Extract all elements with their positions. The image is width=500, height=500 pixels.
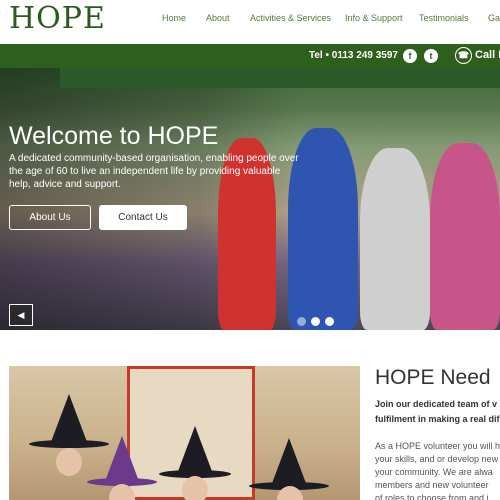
section-intro: Join our dedicated team of v fulfilment … bbox=[375, 397, 500, 427]
phone-icon: ☎ bbox=[455, 47, 472, 64]
hero-image-person bbox=[360, 148, 430, 330]
logo-text: HOPE bbox=[9, 1, 106, 36]
slider-dot-2[interactable] bbox=[311, 317, 320, 326]
call-button[interactable]: ☎ Call B bbox=[455, 47, 500, 65]
call-button-label: Call B bbox=[475, 49, 500, 61]
person-face bbox=[182, 476, 208, 500]
volunteers-photo bbox=[9, 366, 360, 500]
facebook-icon[interactable]: f bbox=[403, 49, 417, 63]
person-face bbox=[56, 448, 82, 476]
nav-activities-services[interactable]: Activities & Services bbox=[250, 13, 331, 23]
witch-hat bbox=[104, 436, 140, 484]
site-header: HOPE Home About Activities & Services In… bbox=[0, 0, 500, 44]
nav-home[interactable]: Home bbox=[162, 13, 186, 23]
about-us-button[interactable]: About Us bbox=[9, 205, 91, 230]
hope-logo[interactable]: HOPE bbox=[9, 2, 106, 36]
witch-hat bbox=[51, 394, 87, 442]
slider-dot-1[interactable] bbox=[297, 317, 306, 326]
section-body-line: your skills, and or develop new bbox=[375, 454, 499, 464]
telephone-number[interactable]: Tel • 0113 249 3597 bbox=[309, 50, 398, 61]
section-body-line: members and new volunteer bbox=[375, 480, 489, 490]
hero-title: Welcome to HOPE bbox=[9, 122, 219, 150]
section-intro-line: Join our dedicated team of v bbox=[375, 399, 498, 409]
section-body-line: of roles to choose from and i bbox=[375, 493, 489, 500]
nav-info-support[interactable]: Info & Support bbox=[345, 13, 403, 23]
hero-slider: Welcome to HOPE A dedicated community-ba… bbox=[0, 68, 500, 330]
hero-image-person bbox=[430, 143, 500, 330]
nav-gallery[interactable]: Gal bbox=[488, 13, 500, 23]
section-body: As a HOPE volunteer you will h your skil… bbox=[375, 440, 500, 500]
contact-us-button[interactable]: Contact Us bbox=[99, 205, 187, 230]
witch-hat-brim bbox=[29, 440, 109, 448]
contact-bar: Tel • 0113 249 3597 f t ☎ Call B bbox=[0, 44, 500, 68]
hero-description: A dedicated community-based organisation… bbox=[9, 153, 299, 190]
slider-dot-3[interactable] bbox=[325, 317, 334, 326]
twitter-icon[interactable]: t bbox=[424, 49, 438, 63]
slider-prev-arrow-icon[interactable]: ◀ bbox=[9, 304, 33, 326]
nav-testimonials[interactable]: Testimonials bbox=[419, 13, 469, 23]
witch-hat bbox=[177, 426, 213, 474]
nav-about[interactable]: About bbox=[206, 13, 230, 23]
witch-hat bbox=[271, 438, 307, 486]
section-body-line: your community. We are alwa bbox=[375, 467, 493, 477]
section-intro-line: fulfilment in making a real dif bbox=[375, 414, 500, 424]
section-body-line: As a HOPE volunteer you will h bbox=[375, 441, 500, 451]
hero-image-canopy bbox=[60, 68, 500, 88]
section-title: HOPE Need bbox=[375, 366, 491, 389]
